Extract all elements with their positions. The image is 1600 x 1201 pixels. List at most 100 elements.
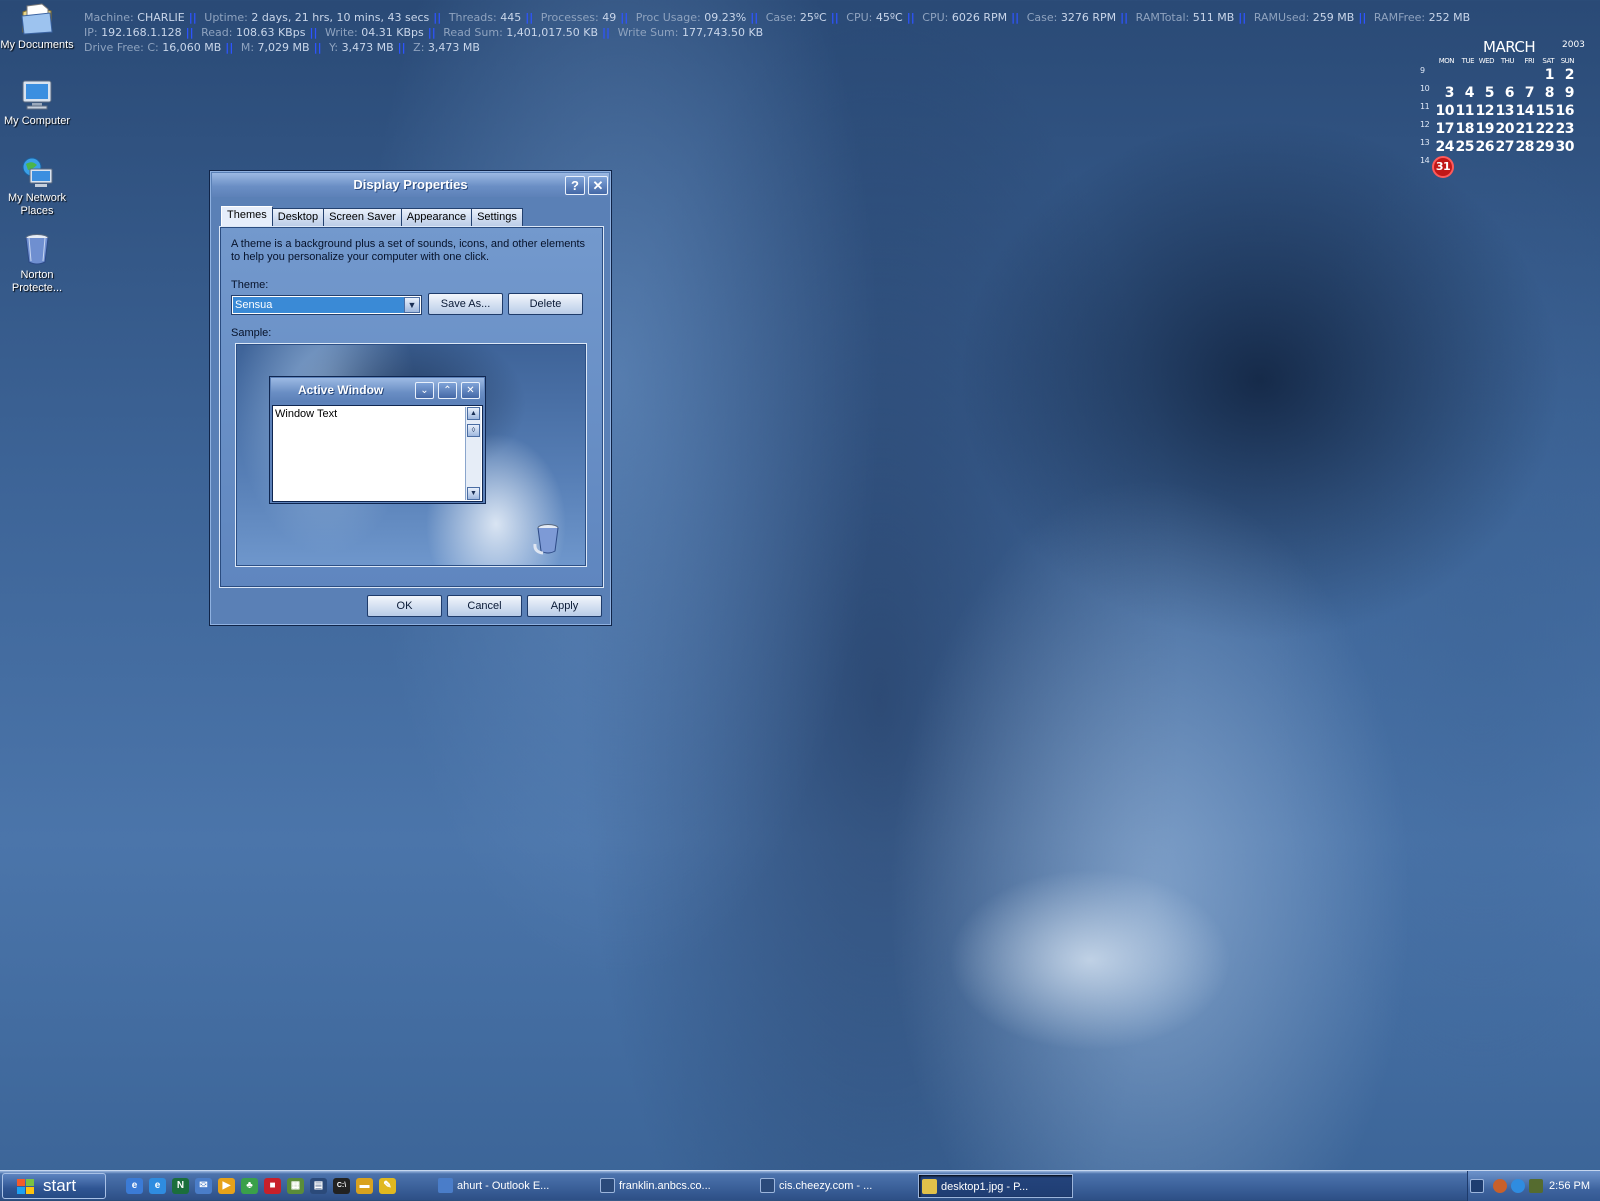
calendar-dow: FRI [1524, 57, 1535, 65]
minimize-icon: ⌄ [415, 382, 434, 399]
apply-button[interactable]: Apply [527, 595, 602, 617]
calendar-day: 30 [1555, 139, 1575, 155]
start-label: start [43, 1176, 77, 1195]
quicklaunch-cmd-icon[interactable]: C:\ [333, 1178, 350, 1194]
theme-sample-preview: Active Window ⌄ ⌃ ✕ Window Text ▲ ◊ ▼ [235, 343, 587, 567]
calendar-dow: WED [1478, 57, 1495, 65]
calendar-day [1454, 66, 1474, 84]
calendar-day: 11 [1455, 103, 1475, 119]
calendar-day [1554, 156, 1574, 178]
calendar-day [1514, 66, 1534, 84]
ok-button[interactable]: OK [367, 595, 442, 617]
task-cheezy[interactable]: cis.cheezy.com - ... [757, 1174, 912, 1198]
theme-select[interactable]: Sensua ▼ [231, 295, 422, 315]
calendar-widget: MARCH 2003 MON TUE WED THU FRI SAT SUN 9 1 2 10 3 4 5… [1420, 36, 1595, 178]
calendar-grid: MON TUE WED THU FRI SAT SUN 9 1 2 10 3 4 5 6 7 8 9 11 10 11 1… [1420, 56, 1575, 178]
scroll-down-icon: ▼ [467, 487, 480, 500]
taskbar: start e e N ✉ ▶ ♣ ■ ▦ ▤ C:\ ▬ ✎ ahurt - … [0, 1170, 1600, 1201]
calendar-day: 4 [1464, 85, 1475, 101]
calendar-day: 13 [1495, 103, 1515, 119]
windows-logo-icon [17, 1179, 35, 1195]
stats-line-1: Machine: CHARLIE || Uptime: 2 days, 21 hr… [84, 11, 1471, 24]
sample-label: Sample: [231, 327, 272, 339]
desktop-icon-norton-protected[interactable]: Norton Protecte... [0, 232, 74, 295]
task-outlook-express[interactable]: ahurt - Outlook E... [435, 1174, 590, 1198]
cancel-button[interactable]: Cancel [447, 595, 522, 617]
calendar-month: MARCH [1483, 38, 1536, 56]
desktop-icon-network-places[interactable]: My Network Places [0, 155, 74, 218]
quicklaunch-outlook-icon[interactable]: ✉ [195, 1178, 212, 1194]
sample-scrollbar: ▲ ◊ ▼ [465, 407, 481, 500]
calendar-day [1454, 156, 1474, 178]
calendar-day: 29 [1535, 139, 1555, 155]
scroll-up-icon: ▲ [467, 407, 480, 420]
calendar-day [1534, 156, 1554, 178]
desktop-icon-label: My Network Places [7, 192, 67, 217]
close-icon: ✕ [461, 382, 480, 399]
themes-pane: A theme is a background plus a set of so… [219, 226, 604, 588]
calendar-dow: MON [1438, 57, 1455, 65]
calendar-day: 10 [1435, 103, 1455, 119]
quicklaunch-pencil-icon[interactable]: ✎ [379, 1178, 396, 1194]
close-button[interactable]: ✕ [588, 176, 608, 195]
calendar-week-number: 12 [1420, 120, 1430, 129]
calendar-day [1474, 66, 1494, 84]
dialog-title: Display Properties [353, 177, 468, 192]
calendar-dow: SAT [1542, 57, 1554, 65]
antivirus-tray-icon[interactable] [1493, 1179, 1507, 1193]
calendar-day: 12 [1475, 103, 1495, 119]
calendar-day: 6 [1504, 85, 1515, 101]
theme-description: A theme is a background plus a set of so… [231, 238, 586, 263]
calendar-day [1494, 66, 1514, 84]
calendar-day: 21 [1515, 121, 1535, 137]
task-desktop1-paint[interactable]: desktop1.jpg - P... [918, 1174, 1073, 1198]
network-tray-icon[interactable] [1470, 1179, 1484, 1193]
quicklaunch-netscape-icon[interactable]: N [172, 1178, 189, 1194]
task-franklin[interactable]: franklin.anbcs.co... [597, 1174, 752, 1198]
calendar-day: 14 [1515, 103, 1535, 119]
network-places-icon [20, 155, 54, 189]
calendar-day: 26 [1475, 139, 1495, 155]
tab-desktop[interactable]: Desktop [271, 208, 325, 227]
quicklaunch-terminal-icon[interactable]: ▤ [310, 1178, 327, 1194]
tab-settings[interactable]: Settings [471, 208, 523, 227]
system-stats: Machine: CHARLIE || Uptime: 2 days, 21 hr… [84, 10, 1470, 55]
stats-line-3: Drive Free: C: 16,060 MB || M: 7,029 MB ||… [84, 41, 480, 54]
terminal-icon [760, 1178, 775, 1193]
quicklaunch-folder-icon[interactable]: ▬ [356, 1178, 373, 1194]
calendar-day [1514, 156, 1534, 178]
messenger-tray-icon[interactable] [1511, 1179, 1525, 1193]
quicklaunch-calc-icon[interactable]: ▦ [287, 1178, 304, 1194]
quicklaunch-media-icon[interactable]: ▶ [218, 1178, 235, 1194]
recycle-bin-icon [20, 232, 54, 266]
calendar-day: 9 [1564, 85, 1575, 101]
delete-button[interactable]: Delete [508, 293, 583, 315]
calendar-day: 23 [1555, 121, 1575, 137]
tray-clock[interactable]: 2:56 PM [1549, 1171, 1590, 1201]
calendar-day: 18 [1455, 121, 1475, 137]
quicklaunch-tree-icon[interactable]: ♣ [241, 1178, 258, 1194]
dialog-title-bar[interactable]: Display Properties [212, 173, 609, 197]
hardware-tray-icon[interactable] [1529, 1179, 1543, 1193]
calendar-today: 31 [1432, 156, 1454, 178]
tab-appearance[interactable]: Appearance [400, 208, 473, 227]
calendar-day: 31 [1432, 156, 1454, 178]
calendar-day: 20 [1495, 121, 1515, 137]
quicklaunch-ie-icon[interactable]: e [149, 1178, 166, 1194]
help-button[interactable]: ? [565, 176, 585, 195]
my-documents-icon [20, 2, 54, 36]
desktop-icon-my-computer[interactable]: My Computer [0, 78, 74, 128]
save-as-button[interactable]: Save As... [428, 293, 503, 315]
calendar-day: 28 [1515, 139, 1535, 155]
sample-active-window: Active Window ⌄ ⌃ ✕ Window Text ▲ ◊ ▼ [269, 376, 486, 504]
quicklaunch-browser-icon[interactable]: e [126, 1178, 143, 1194]
desktop-icon-my-documents[interactable]: My Documents [0, 2, 74, 52]
tab-themes[interactable]: Themes [221, 206, 273, 227]
chevron-down-icon[interactable]: ▼ [404, 297, 420, 313]
start-button[interactable]: start [2, 1173, 106, 1199]
quicklaunch-app-icon[interactable]: ■ [264, 1178, 281, 1194]
calendar-day: 24 [1435, 139, 1455, 155]
tab-screen-saver[interactable]: Screen Saver [323, 208, 402, 227]
calendar-day: 3 [1444, 85, 1455, 101]
calendar-day: 8 [1544, 85, 1555, 101]
